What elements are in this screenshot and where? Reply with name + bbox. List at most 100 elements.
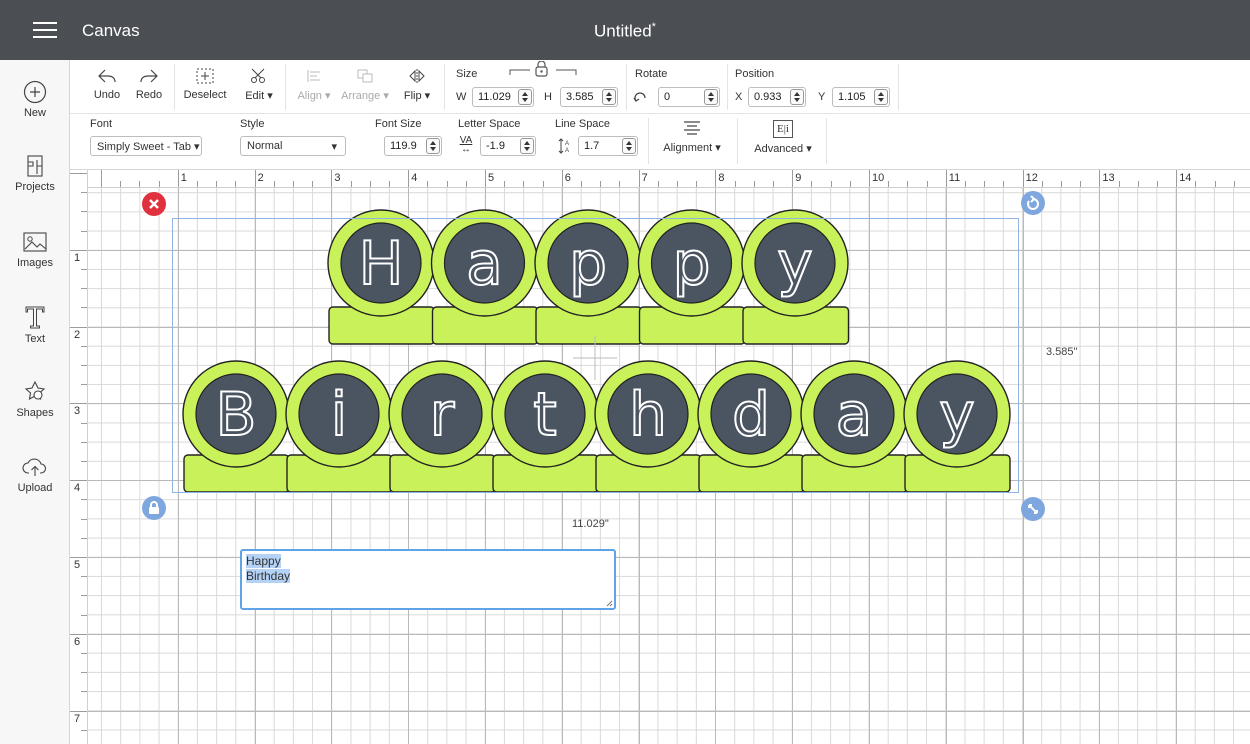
- undo-button[interactable]: Undo: [92, 68, 122, 101]
- undo-icon: [98, 69, 116, 83]
- x-position-stepper[interactable]: [790, 89, 804, 105]
- edit-toolbar: Undo Redo Deselect Edit ▾ Align ▾ Arrang…: [70, 60, 1250, 114]
- redo-icon: [140, 69, 158, 83]
- line-space-input[interactable]: 1.7: [578, 136, 638, 156]
- sidebar-item-upload[interactable]: Upload: [0, 455, 70, 494]
- alignment-menu-button[interactable]: Alignment ▾: [658, 120, 726, 154]
- line-space-icon: AA: [558, 138, 569, 154]
- width-input[interactable]: 11.029: [472, 87, 534, 107]
- scissors-icon: [251, 68, 265, 83]
- selection-box[interactable]: [172, 218, 1019, 493]
- style-value: Normal: [247, 140, 283, 152]
- document-title: Untitled*: [0, 21, 1250, 42]
- advanced-icon: E|i: [773, 120, 793, 138]
- letter-space-value: -1.9: [486, 140, 505, 152]
- height-input[interactable]: 3.585: [560, 87, 618, 107]
- svg-text:A: A: [565, 141, 569, 147]
- alignment-label: Alignment ▾: [663, 142, 721, 154]
- height-label: H: [544, 91, 552, 103]
- font-size-stepper[interactable]: [426, 138, 440, 154]
- text-edit-box[interactable]: Happy Birthday: [240, 549, 616, 610]
- rotate-icon: [633, 92, 646, 102]
- rotate-value: 0: [664, 91, 671, 103]
- font-select[interactable]: Simply Sweet - Tab ▾: [90, 136, 202, 156]
- resize-handle[interactable]: [1021, 497, 1045, 521]
- sidebar-item-text[interactable]: Text: [0, 304, 70, 345]
- font-size-value: 119.9: [390, 140, 417, 152]
- line-space-label: Line Space: [555, 118, 611, 130]
- sidebar-item-label: Text: [24, 333, 46, 345]
- deselect-label: Deselect: [183, 89, 227, 101]
- sidebar-item-new[interactable]: New: [0, 80, 70, 119]
- align-menu-button[interactable]: Align ▾: [296, 68, 332, 102]
- rotate-stepper[interactable]: [704, 89, 718, 105]
- lock-icon: [149, 501, 159, 514]
- font-value: Simply Sweet - Tab: [97, 141, 191, 153]
- width-label: W: [456, 91, 467, 103]
- width-readout: 11.029": [572, 518, 609, 530]
- undo-label: Undo: [93, 89, 121, 101]
- sidebar-item-label: Images: [16, 257, 54, 269]
- resize-grip-icon[interactable]: [605, 599, 613, 607]
- title-bar: Canvas Untitled*: [0, 0, 1250, 60]
- align-text: Align: [297, 90, 322, 102]
- font-label: Font: [90, 118, 113, 130]
- design-canvas[interactable]: 1 2 3 4 5 6 7 8 9 10 11 12 13 14 1234567 HappyBirthda…: [70, 170, 1250, 744]
- advanced-menu-button[interactable]: E|i Advanced ▾: [750, 120, 816, 155]
- x-position-input[interactable]: 0.933: [748, 87, 806, 107]
- sidebar-item-projects[interactable]: Projects: [0, 154, 70, 193]
- position-label: Position: [735, 68, 775, 80]
- resize-diagonal-icon: [1028, 504, 1038, 514]
- letter-space-stepper[interactable]: [520, 138, 534, 154]
- close-icon: [149, 199, 159, 209]
- text-toolbar: Font Simply Sweet - Tab ▾ Style Normal ▾ …: [70, 114, 1250, 170]
- y-position-stepper[interactable]: [874, 89, 888, 105]
- rotate-input[interactable]: 0: [658, 87, 720, 107]
- sidebar-item-label: Projects: [15, 181, 55, 193]
- projects-icon: [27, 155, 43, 177]
- edit-menu-button[interactable]: Edit ▾: [242, 68, 276, 102]
- y-label: Y: [818, 91, 826, 103]
- edit-label: Edit ▾: [245, 90, 273, 102]
- arrange-menu-button[interactable]: Arrange ▾: [340, 68, 390, 102]
- letter-space-input[interactable]: -1.9: [480, 136, 536, 156]
- letter-space-label: Letter Space: [458, 118, 521, 130]
- plus-circle-icon: [23, 80, 47, 104]
- arrange-label: Arrange ▾: [341, 90, 389, 102]
- line-space-value: 1.7: [584, 140, 600, 152]
- delete-handle[interactable]: [142, 192, 166, 216]
- flip-menu-button[interactable]: Flip ▾: [400, 68, 434, 102]
- text-icon: [25, 306, 45, 329]
- document-title-text: Untitled: [594, 21, 652, 41]
- font-size-input[interactable]: 119.9: [384, 136, 442, 156]
- style-select[interactable]: Normal ▾: [240, 136, 346, 156]
- text-line-2[interactable]: Birthday: [246, 569, 291, 583]
- arrange-text: Arrange: [341, 90, 381, 102]
- rotate-label: Rotate: [635, 68, 668, 80]
- width-stepper[interactable]: [518, 89, 532, 105]
- y-position-input[interactable]: 1.105: [832, 87, 890, 107]
- width-value: 11.029: [478, 91, 511, 103]
- sidebar-item-shapes[interactable]: Shapes: [0, 380, 70, 419]
- height-stepper[interactable]: [602, 89, 616, 105]
- redo-button[interactable]: Redo: [134, 68, 164, 101]
- sidebar-item-images[interactable]: Images: [0, 230, 70, 269]
- lock-aspect-icon[interactable]: [508, 61, 578, 77]
- height-value: 3.585: [566, 91, 594, 103]
- align-icon: [307, 70, 320, 82]
- redo-label: Redo: [135, 89, 163, 101]
- rotate-handle[interactable]: [1021, 191, 1045, 215]
- deselect-button[interactable]: Deselect: [183, 68, 227, 101]
- rotate-icon: [1027, 195, 1039, 210]
- sidebar-item-label: Shapes: [16, 407, 54, 419]
- letter-space-icon-text: VA: [459, 135, 473, 146]
- advanced-text: Advanced: [754, 143, 804, 155]
- align-center-icon: [684, 121, 700, 135]
- line-space-stepper[interactable]: [622, 138, 636, 154]
- text-line-1[interactable]: Happy: [246, 554, 281, 568]
- lock-handle[interactable]: [142, 496, 166, 520]
- sidebar-item-label: New: [23, 107, 46, 119]
- edit-text: Edit: [245, 90, 265, 102]
- alignment-text: Alignment: [663, 142, 713, 154]
- deselect-icon: [196, 68, 214, 84]
